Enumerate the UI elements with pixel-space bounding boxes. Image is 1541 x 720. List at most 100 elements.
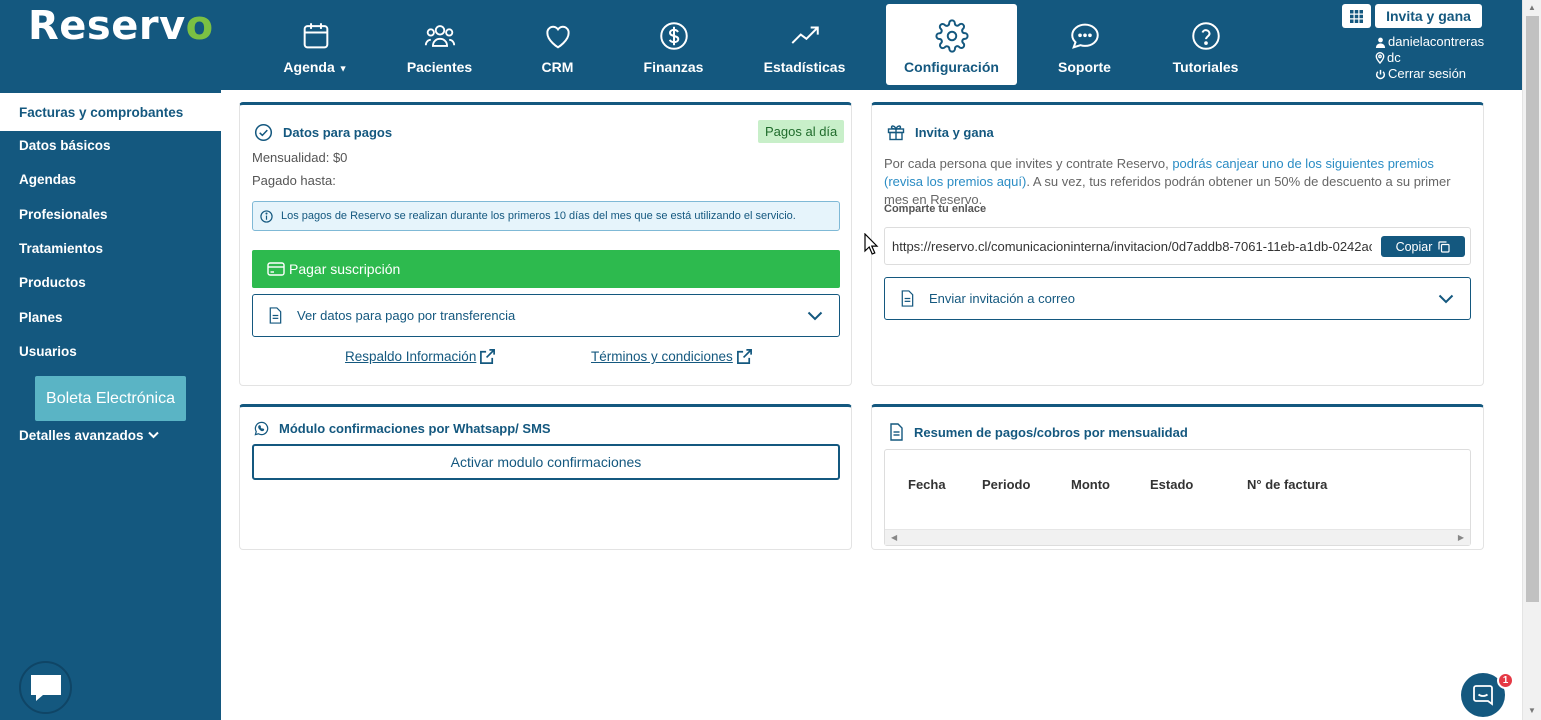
share-link-field[interactable]: https://reservo.cl/comunicacioninterna/i… bbox=[884, 227, 1471, 265]
nav-finanzas-label: Finanzas bbox=[643, 59, 704, 75]
sidebar-item-facturas[interactable]: Facturas y comprobantes bbox=[0, 93, 221, 131]
logout-link[interactable]: Cerrar sesión bbox=[1375, 66, 1535, 82]
terms-conditions-link[interactable]: Términos y condiciones bbox=[591, 348, 753, 365]
summary-title-text: Resumen de pagos/cobros por mensualidad bbox=[914, 424, 1188, 440]
page-scrollbar[interactable]: ▲ ▼ bbox=[1522, 0, 1541, 720]
pay-subscription-label: Pagar suscripción bbox=[289, 261, 401, 277]
nav-crm[interactable]: CRM bbox=[492, 4, 623, 85]
sidebar-item-productos[interactable]: Productos bbox=[0, 264, 221, 300]
monthly-fee: Mensualidad: $0 bbox=[252, 150, 348, 165]
activate-confirmations-button[interactable]: Activar modulo confirmaciones bbox=[252, 444, 840, 480]
sidebar: Facturas y comprobantes Datos básicos Ag… bbox=[0, 90, 221, 720]
scrollbar-thumb[interactable] bbox=[1526, 16, 1539, 602]
copy-link-button[interactable]: Copiar bbox=[1381, 236, 1465, 257]
column-header-monto: Monto bbox=[1071, 477, 1110, 492]
reservo-logo[interactable]: Reservo bbox=[28, 3, 214, 49]
chevron-down-icon bbox=[1438, 294, 1454, 303]
nav-configuracion[interactable]: Configuración bbox=[886, 4, 1017, 85]
sidebar-item-tratamientos[interactable]: Tratamientos bbox=[0, 230, 221, 266]
apps-grid-button[interactable] bbox=[1342, 4, 1371, 28]
user-info: danielacontreras dc Cerrar sesión bbox=[1375, 34, 1535, 82]
nav-estadisticas-label: Estadísticas bbox=[763, 59, 846, 75]
whatsapp-icon bbox=[254, 421, 269, 436]
mouse-cursor-icon bbox=[864, 233, 879, 255]
transfer-data-toggle[interactable]: Ver datos para pago por transferencia bbox=[252, 294, 840, 337]
external-link-icon bbox=[736, 349, 752, 364]
payments-table: Fecha Periodo Monto Estado N° de factura… bbox=[884, 449, 1471, 546]
heart-icon bbox=[545, 25, 570, 49]
location-code: dc bbox=[1387, 50, 1401, 65]
sidebar-item-planes[interactable]: Planes bbox=[0, 299, 221, 335]
nav-agenda[interactable]: Agenda ▼ bbox=[250, 4, 381, 85]
share-link-label: Comparte tu enlace bbox=[884, 203, 987, 215]
pay-subscription-button[interactable]: Pagar suscripción bbox=[252, 250, 840, 288]
document-icon bbox=[901, 290, 914, 307]
summary-title: Resumen de pagos/cobros por mensualidad bbox=[888, 423, 1188, 441]
terms-conditions-label: Términos y condiciones bbox=[591, 349, 733, 364]
nav-pacientes[interactable]: Pacientes bbox=[374, 4, 505, 85]
invite-title: Invita y gana bbox=[887, 123, 994, 141]
payments-summary-card: Resumen de pagos/cobros por mensualidad … bbox=[871, 404, 1484, 550]
help-circle-icon bbox=[1191, 22, 1220, 50]
scroll-down-icon[interactable]: ▼ bbox=[1528, 706, 1536, 715]
user-line[interactable]: danielacontreras bbox=[1375, 34, 1535, 50]
boleta-electronica-button[interactable]: Boleta Electrónica bbox=[35, 376, 186, 421]
column-header-factura: N° de factura bbox=[1247, 477, 1328, 492]
invite-button[interactable]: Invita y gana bbox=[1375, 4, 1482, 28]
chat-bubble-icon bbox=[1070, 23, 1099, 49]
invite-title-text: Invita y gana bbox=[915, 124, 994, 140]
invite-description: Por cada persona que invites y contrate … bbox=[884, 156, 1451, 207]
nav-tutoriales[interactable]: Tutoriales bbox=[1140, 4, 1271, 85]
sidebar-item-usuarios[interactable]: Usuarios bbox=[0, 333, 221, 369]
column-header-fecha: Fecha bbox=[908, 477, 946, 492]
check-circle-icon bbox=[254, 123, 273, 142]
username: danielacontreras bbox=[1388, 34, 1485, 49]
copy-label: Copiar bbox=[1395, 239, 1433, 254]
trending-up-icon bbox=[791, 26, 819, 44]
nav-finanzas[interactable]: Finanzas bbox=[608, 4, 739, 85]
nav-estadisticas[interactable]: Estadísticas bbox=[739, 4, 870, 85]
info-icon bbox=[260, 209, 273, 223]
scroll-left-icon[interactable]: ◀ bbox=[891, 533, 897, 542]
chevron-down-icon bbox=[807, 311, 823, 320]
nav-agenda-label: Agenda bbox=[283, 59, 335, 75]
table-horizontal-scrollbar[interactable]: ◀ ▶ bbox=[885, 529, 1470, 545]
dollar-circle-icon bbox=[659, 22, 688, 50]
power-icon bbox=[1375, 69, 1386, 79]
credit-card-icon bbox=[267, 262, 285, 276]
document-icon bbox=[890, 423, 903, 441]
payment-info-alert: Los pagos de Reservo se realizan durante… bbox=[252, 201, 840, 231]
share-link-url[interactable]: https://reservo.cl/comunicacioninterna/i… bbox=[892, 239, 1372, 254]
grid-icon bbox=[1350, 9, 1363, 23]
email-invite-toggle[interactable]: Enviar invitación a correo bbox=[884, 277, 1471, 320]
paid-until: Pagado hasta: bbox=[252, 173, 336, 188]
calendar-icon bbox=[303, 23, 328, 49]
advanced-details-label: Detalles avanzados bbox=[19, 427, 144, 443]
sidebar-item-agendas[interactable]: Agendas bbox=[0, 161, 221, 197]
nav-soporte[interactable]: Soporte bbox=[1019, 4, 1150, 85]
nav-pacientes-label: Pacientes bbox=[406, 59, 473, 75]
nav-soporte-label: Soporte bbox=[1058, 59, 1111, 75]
logout-label: Cerrar sesión bbox=[1388, 66, 1467, 81]
sidebar-advanced-details[interactable]: Detalles avanzados bbox=[0, 417, 221, 453]
payments-title: Datos para pagos bbox=[254, 123, 392, 142]
backup-info-link[interactable]: Respaldo Información bbox=[345, 348, 496, 365]
payment-info-text: Los pagos de Reservo se realizan durante… bbox=[281, 210, 796, 222]
invite-card: Invita y gana Por cada persona que invit… bbox=[871, 102, 1484, 386]
scroll-right-icon[interactable]: ▶ bbox=[1458, 533, 1464, 542]
chat-icon bbox=[30, 674, 61, 701]
nav-configuracion-label: Configuración bbox=[904, 59, 999, 75]
whatsapp-title: Módulo confirmaciones por Whatsapp/ SMS bbox=[254, 421, 551, 436]
sidebar-item-datos-basicos[interactable]: Datos básicos bbox=[0, 127, 221, 163]
gift-icon bbox=[887, 125, 905, 141]
chat-widget-button[interactable] bbox=[19, 661, 72, 714]
whatsapp-title-text: Módulo confirmaciones por Whatsapp/ SMS bbox=[279, 421, 551, 436]
location-line[interactable]: dc bbox=[1375, 50, 1535, 66]
email-invite-label: Enviar invitación a correo bbox=[929, 291, 1075, 306]
nav-crm-label: CRM bbox=[541, 59, 574, 75]
sidebar-item-profesionales[interactable]: Profesionales bbox=[0, 196, 221, 232]
top-header: Reservo Agenda ▼ Pacientes CRM Finanzas … bbox=[0, 0, 1522, 90]
transfer-data-label: Ver datos para pago por transferencia bbox=[297, 308, 516, 323]
scroll-up-icon[interactable]: ▲ bbox=[1528, 3, 1536, 12]
nav-tutoriales-label: Tutoriales bbox=[1172, 59, 1239, 75]
